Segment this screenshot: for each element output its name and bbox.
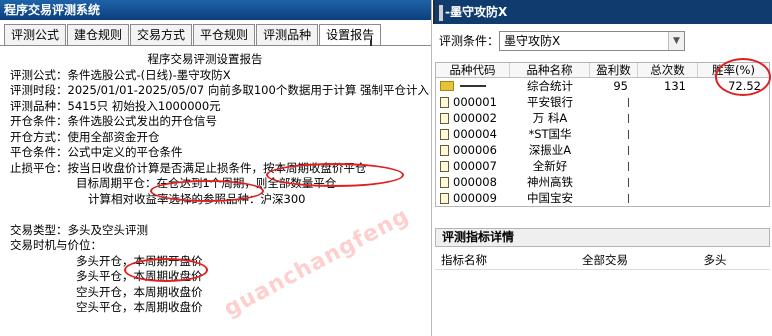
- table-row[interactable]: 000007 全新好: [436, 158, 769, 174]
- row-code: 000002: [453, 111, 497, 125]
- document-icon: [440, 176, 449, 188]
- document-icon: [440, 192, 449, 204]
- summary-total: 131: [664, 79, 686, 93]
- highlight-circle-open-price: [124, 258, 208, 282]
- row-name: 全新好: [532, 159, 568, 173]
- evaluation-system-window: 程序交易评测系统 评测公式 建仓规则 交易方式 平仓规则 评测品种 设置报告 程…: [0, 0, 432, 336]
- col-wins[interactable]: 盈利数: [590, 63, 638, 77]
- report-formula: 评测公式：条件选股公式-(日线)-墨守攻防X: [10, 67, 231, 82]
- col-total[interactable]: 总次数: [638, 63, 698, 77]
- tab-divider: [0, 45, 431, 46]
- document-icon: [440, 128, 449, 140]
- highlight-circle-win-rate: [715, 58, 771, 96]
- table-row[interactable]: 000009 中国宝安: [436, 190, 769, 206]
- detail-panel-title[interactable]: 评测指标详情: [435, 228, 770, 247]
- row-code: 000004: [453, 127, 497, 141]
- summary-wins: 95: [613, 79, 628, 93]
- tab-scroll-marker: [370, 40, 372, 46]
- col-name[interactable]: 品种名称: [510, 63, 590, 77]
- document-icon: [440, 160, 449, 172]
- tick-mark: [628, 194, 629, 203]
- tick-mark: [628, 130, 629, 139]
- table-row[interactable]: 000008 神州高铁: [436, 174, 769, 190]
- report-heading: 程序交易评测设置报告: [147, 52, 263, 66]
- row-name: 万 科A: [532, 111, 568, 125]
- criteria-select[interactable]: 墨守攻防X ▼: [499, 31, 685, 51]
- tab-strip: 评测公式 建仓规则 交易方式 平仓规则 评测品种 设置报告: [4, 24, 382, 46]
- tab-trade-mode[interactable]: 交易方式: [130, 24, 193, 46]
- tick-mark: [628, 146, 629, 155]
- report-open-method: 开仓方式：使用全部资金开仓: [10, 129, 160, 144]
- window-title: 程序交易评测系统: [0, 0, 431, 20]
- row-code: 000007: [453, 159, 497, 173]
- row-name: 平安银行: [527, 95, 573, 109]
- table-row[interactable]: 000001 平安银行: [436, 94, 769, 110]
- dash-icon: [460, 85, 486, 87]
- detail-col-long: 多头: [703, 253, 727, 267]
- table-row[interactable]: 000004 *ST国华: [436, 126, 769, 142]
- tick-mark: [628, 98, 629, 107]
- report-period: 评测时段：2025/01/01-2025/05/07 向前多取100个数据用于计…: [10, 83, 430, 97]
- result-window-title-text: -墨守攻防X: [445, 5, 508, 19]
- report-open-condition: 开仓条件：条件选股公式发出的开仓信号: [10, 114, 217, 128]
- document-icon: [440, 144, 449, 156]
- tick-mark: [628, 178, 629, 187]
- criteria-label: 评测条件：: [439, 34, 500, 48]
- row-name: 中国宝安: [527, 191, 573, 205]
- detail-body: [435, 269, 770, 333]
- col-code[interactable]: 品种代码: [436, 63, 510, 77]
- document-icon: [440, 112, 449, 124]
- folder-icon: [440, 81, 454, 91]
- tab-instruments[interactable]: 评测品种: [256, 24, 319, 46]
- report-short-open: 空头开仓，本周期收盘价: [76, 284, 203, 299]
- detail-col-all-trades: 全部交易: [582, 253, 628, 267]
- report-instruments: 评测品种：5415只 初始投入1000000元: [10, 98, 221, 113]
- title-bar-handle: [439, 4, 443, 21]
- summary-name: 综合统计: [527, 79, 573, 93]
- tick-mark: [628, 162, 629, 171]
- result-window-title: -墨守攻防X: [433, 0, 772, 24]
- tick-mark: [628, 114, 629, 123]
- criteria-select-value: 墨守攻防X: [504, 34, 561, 48]
- highlight-circle-target-period: [150, 180, 264, 202]
- report-long-open: 多头开仓，本周期开盘价: [76, 253, 203, 268]
- tab-exit-rules[interactable]: 平仓规则: [193, 24, 256, 46]
- table-row[interactable]: 000002 万 科A: [436, 110, 769, 126]
- tab-formula[interactable]: 评测公式: [4, 24, 67, 46]
- report-short-close: 空头平仓，本周期收盘价: [76, 300, 203, 314]
- row-code: 000008: [453, 175, 497, 189]
- report-long-close: 多头平仓，本周期收盘价: [76, 269, 203, 283]
- table-row[interactable]: 000006 深振业A: [436, 142, 769, 158]
- row-name: 深振业A: [528, 143, 572, 157]
- row-code: 000009: [453, 191, 497, 205]
- detail-header: 指标名称 全部交易 多头: [435, 252, 770, 268]
- result-window: -墨守攻防X 评测条件： 墨守攻防X ▼ 品种代码 品种名称 盈利数 总次数 胜…: [433, 0, 772, 336]
- detail-col-metric: 指标名称: [441, 253, 487, 267]
- tab-entry-rules[interactable]: 建仓规则: [67, 24, 130, 46]
- report-close-condition: 平仓条件：公式中定义的平仓条件: [10, 145, 183, 159]
- highlight-circle-stop-price: [266, 163, 404, 187]
- row-name: 神州高铁: [527, 175, 573, 189]
- document-icon: [440, 96, 449, 108]
- row-code: 000001: [453, 95, 497, 109]
- chevron-down-icon[interactable]: ▼: [668, 32, 684, 50]
- row-name: *ST国华: [528, 127, 572, 141]
- row-code: 000006: [453, 143, 497, 157]
